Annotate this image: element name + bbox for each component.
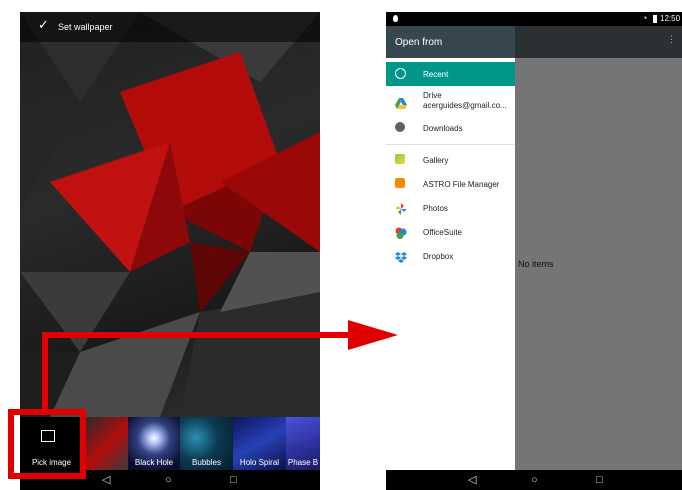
status-bar: ◔ 12:50: [386, 12, 682, 26]
overflow-menu-icon[interactable]: ⋮: [667, 35, 676, 44]
wallpaper-thumb-red[interactable]: [83, 417, 128, 470]
set-wallpaper-button[interactable]: Set wallpaper: [58, 22, 113, 32]
drawer-item-photos[interactable]: Photos: [386, 196, 515, 220]
drawer-item-recent[interactable]: Recent: [386, 62, 515, 86]
drawer-item-label: Drive: [423, 91, 442, 100]
back-icon[interactable]: ◁: [468, 472, 476, 488]
astro-icon: [395, 178, 405, 188]
wallpaper-thumb-black-hole[interactable]: Black Hole: [128, 417, 180, 470]
photos-icon: [395, 202, 407, 215]
drawer-item-label: OfficeSuite: [423, 228, 462, 237]
open-from-screen: ◔ 12:50 ⋮ No items Open from Recent Driv…: [386, 12, 682, 490]
download-icon: [395, 122, 405, 132]
drawer-item-label: Gallery: [423, 156, 449, 165]
officesuite-icon: [395, 226, 407, 239]
drawer-item-downloads[interactable]: Downloads: [386, 116, 515, 140]
drawer-item-dropbox[interactable]: Dropbox: [386, 244, 515, 268]
drawer-header: Open from: [386, 26, 515, 58]
wallpaper-preview: [20, 12, 320, 417]
drawer-item-label: ASTRO File Manager: [423, 180, 500, 189]
drawer-divider: [386, 144, 515, 145]
drawer-item-gallery[interactable]: Gallery: [386, 148, 515, 172]
thumb-label: Bubbles: [192, 458, 221, 467]
home-icon[interactable]: ○: [531, 472, 538, 488]
drawer-item-astro-file-manager[interactable]: ASTRO File Manager: [386, 172, 515, 196]
gallery-icon: [395, 154, 405, 164]
drawer-item-label: Dropbox: [423, 252, 454, 261]
drive-icon: [395, 96, 407, 109]
annotation-arrow-horizontal: [42, 332, 360, 338]
status-time: 12:50: [660, 14, 681, 23]
drawer-item-label: Recent: [423, 70, 449, 79]
drawer-title: Open from: [395, 37, 443, 48]
battery-icon: [653, 15, 657, 23]
drive-account-email: acerguides@gmail.co...: [423, 101, 507, 110]
thumb-label: Holo Spiral: [239, 458, 280, 467]
clock-icon: [395, 68, 406, 79]
wallpaper-thumb-bubbles[interactable]: Bubbles: [180, 417, 233, 470]
annotation-arrow-vertical: [42, 332, 48, 409]
home-icon[interactable]: ○: [165, 472, 172, 488]
navigation-drawer: Open from Recent Drive acerguides@gmail.…: [386, 26, 515, 470]
wallpaper-thumb-phase[interactable]: Phase B: [286, 417, 320, 470]
drawer-item-label: Downloads: [423, 124, 463, 133]
drawer-item-drive[interactable]: Drive acerguides@gmail.co...: [386, 88, 515, 116]
dropbox-icon: [395, 250, 407, 263]
checkmark-icon[interactable]: ✓: [38, 18, 49, 32]
thumb-label: Black Hole: [134, 458, 174, 467]
no-items-text: No items: [518, 259, 554, 269]
wallpaper-topbar: ✓ Set wallpaper: [20, 12, 320, 42]
annotation-arrowhead: [348, 320, 398, 350]
wallpaper-thumb-holo-spiral[interactable]: Holo Spiral: [233, 417, 286, 470]
navigation-bar: ◁ ○ □: [386, 470, 682, 490]
drawer-item-officesuite[interactable]: OfficeSuite: [386, 220, 515, 244]
recent-apps-icon[interactable]: □: [596, 472, 603, 488]
drawer-item-label: Photos: [423, 204, 448, 213]
recent-apps-icon[interactable]: □: [230, 472, 237, 488]
highlight-box: [8, 409, 86, 479]
wifi-icon: ◔: [642, 13, 648, 23]
file-list-area: No items: [515, 58, 682, 470]
thumb-label: Phase B: [287, 458, 319, 467]
app-bar: ⋮: [515, 26, 682, 58]
notification-dot-icon: [393, 15, 398, 22]
back-icon[interactable]: ◁: [102, 472, 110, 488]
